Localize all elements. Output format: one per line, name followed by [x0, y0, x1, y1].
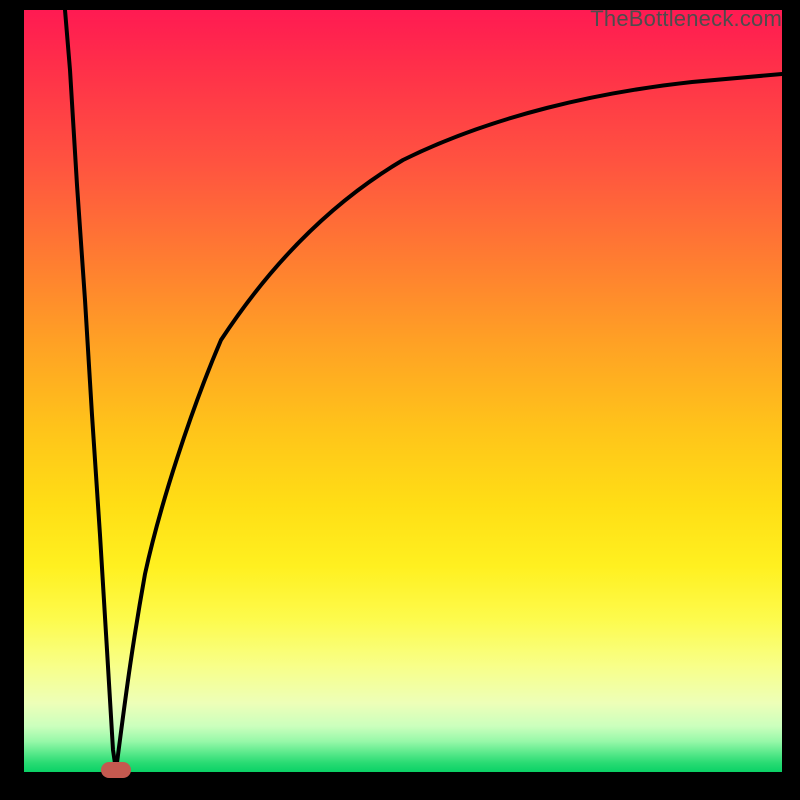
outer-frame: TheBottleneck.com [0, 0, 800, 800]
left-branch-curve [65, 10, 116, 770]
right-branch-curve [116, 74, 782, 770]
plot-area [24, 10, 782, 772]
curves-layer [24, 10, 782, 772]
